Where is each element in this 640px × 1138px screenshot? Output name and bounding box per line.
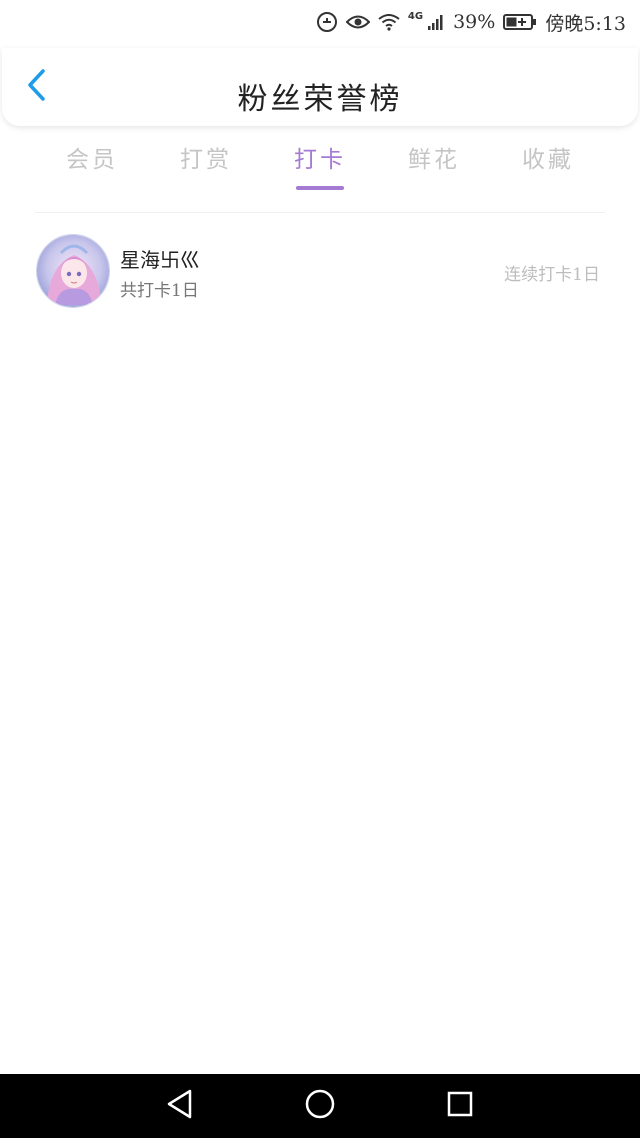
avatar[interactable] — [36, 234, 110, 308]
eye-icon — [345, 13, 370, 31]
tab-tips[interactable]: 打赏 — [149, 140, 263, 200]
network-type: 4G — [407, 10, 424, 22]
fan-name: 星海卐巛 — [120, 248, 200, 272]
tab-favorites[interactable]: 收藏 — [491, 140, 605, 200]
wifi-icon — [378, 13, 400, 31]
triangle-back-icon — [165, 1088, 195, 1124]
list-item[interactable]: 星海卐巛 共打卡1日 连续打卡1日 — [0, 228, 640, 314]
do-not-disturb-icon — [316, 11, 338, 33]
ranking-tabs: 会员 打赏 打卡 鲜花 收藏 — [35, 140, 605, 200]
square-recents-icon — [446, 1090, 474, 1122]
battery-percent: 39% — [453, 11, 496, 33]
app-header: 粉丝荣誉榜 — [2, 48, 638, 126]
circle-home-icon — [304, 1088, 336, 1124]
status-icons: 4G 39% 傍晚5:13 — [316, 8, 626, 36]
system-nav-bar — [0, 1074, 640, 1138]
battery-charging-icon — [503, 13, 537, 31]
nav-recents-button[interactable] — [430, 1076, 490, 1136]
total-checkin: 共打卡1日 — [120, 281, 199, 301]
tab-flowers[interactable]: 鲜花 — [377, 140, 491, 200]
tab-checkin[interactable]: 打卡 — [263, 140, 377, 200]
consecutive-checkin: 连续打卡1日 — [504, 265, 600, 285]
status-bar: 4G 39% 傍晚5:13 — [0, 0, 640, 44]
nav-home-button[interactable] — [290, 1076, 350, 1136]
active-tab-indicator — [296, 186, 344, 190]
nav-back-button[interactable] — [150, 1076, 210, 1136]
tabs-divider — [35, 212, 605, 213]
page-title: 粉丝荣誉榜 — [237, 82, 403, 117]
tab-checkin-label: 打卡 — [294, 147, 346, 173]
clock: 傍晚5:13 — [545, 12, 626, 35]
tab-members[interactable]: 会员 — [35, 140, 149, 200]
signal-icon — [427, 13, 445, 31]
